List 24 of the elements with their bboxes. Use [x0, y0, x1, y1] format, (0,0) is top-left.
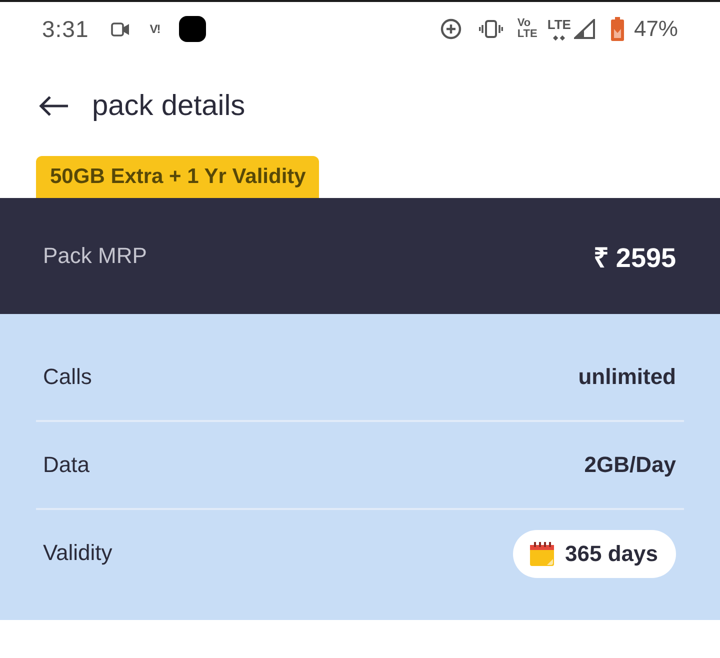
- battery-percentage: 47%: [634, 16, 678, 42]
- page-title: pack details: [92, 90, 246, 122]
- add-circle-icon: [440, 18, 462, 40]
- network-type: LTE: [547, 18, 571, 32]
- vibrate-icon: [479, 20, 504, 38]
- carrier-logo: V!: [150, 22, 160, 36]
- benefit-label: Calls: [43, 364, 92, 390]
- volte-indicator: Vo LTE: [517, 18, 538, 40]
- calendar-icon: [529, 541, 556, 567]
- price-value: ₹ 2595: [593, 242, 676, 274]
- data-activity-icon: [553, 34, 566, 40]
- benefit-value: 2GB/Day: [584, 452, 676, 478]
- benefit-label: Data: [43, 452, 90, 478]
- signal-icon: [574, 19, 595, 39]
- validity-value: 365 days: [565, 541, 658, 567]
- benefit-value: unlimited: [578, 364, 676, 390]
- battery-icon: [610, 17, 624, 41]
- back-arrow-icon[interactable]: [39, 95, 69, 117]
- benefit-label: Validity: [43, 540, 112, 566]
- offer-badge: 50GB Extra + 1 Yr Validity: [36, 156, 319, 198]
- app-notification-icon: [178, 16, 206, 42]
- status-time: 3:31: [42, 16, 89, 42]
- price-label: Pack MRP: [43, 243, 147, 269]
- video-camera-icon: [110, 22, 130, 36]
